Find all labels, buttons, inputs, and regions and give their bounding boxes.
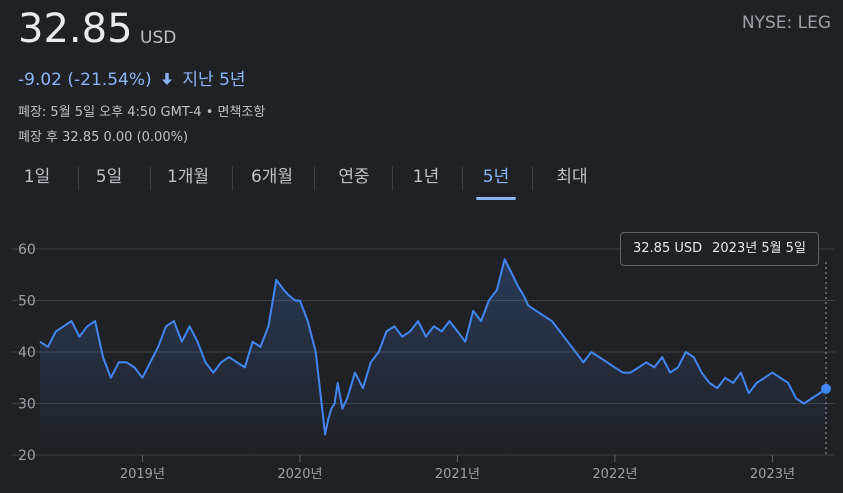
x-tick-label: 2020년: [277, 467, 322, 482]
y-tick-label: 40: [18, 345, 36, 361]
y-tick-label: 50: [18, 294, 36, 310]
y-tick-label: 20: [18, 448, 36, 464]
y-tick-label: 30: [18, 397, 36, 413]
x-tick-label: 2022년: [592, 467, 637, 482]
x-tick-label: 2019년: [120, 467, 165, 482]
price-area: [40, 259, 826, 455]
tooltip-date: 2023년 5월 5일: [712, 241, 806, 256]
y-tick-label: 60: [18, 242, 36, 258]
tooltip-value: 32.85 USD: [633, 241, 703, 256]
x-tick-label: 2021년: [435, 467, 480, 482]
hover-point: [821, 383, 831, 394]
x-tick-label: 2023년: [750, 467, 795, 482]
hover-tooltip: 32.85 USD 2023년 5월 5일: [620, 232, 819, 266]
